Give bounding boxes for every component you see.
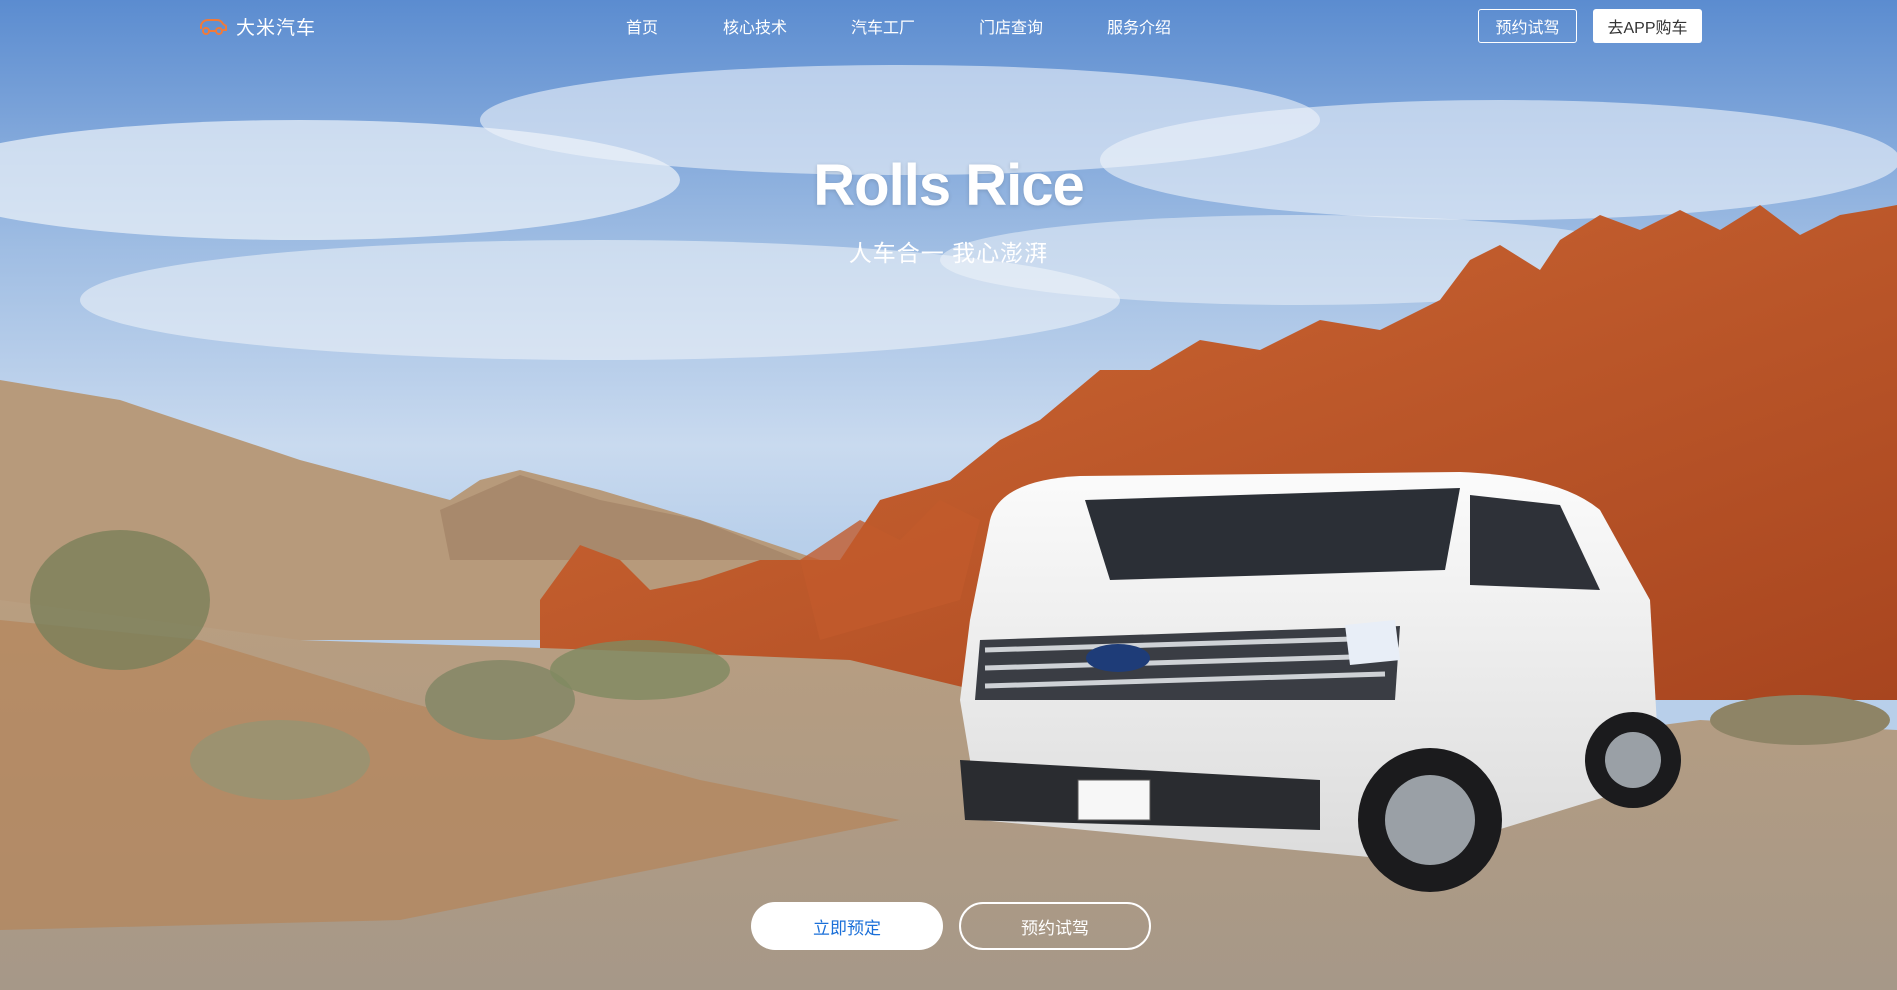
book-test-drive-button[interactable]: 预约试驾 xyxy=(959,902,1151,950)
order-now-button[interactable]: 立即预定 xyxy=(751,902,943,950)
nav-item-services[interactable]: 服务介绍 xyxy=(1107,14,1171,38)
hero-background-image xyxy=(0,0,1897,990)
hero-title: Rolls Rice xyxy=(813,153,1084,218)
nav-item-core-tech[interactable]: 核心技术 xyxy=(723,14,787,38)
header-app-buy-button[interactable]: 去APP购车 xyxy=(1593,9,1702,43)
hero-subtitle: 人车合一 我心澎湃 xyxy=(848,240,1049,266)
header-test-drive-button[interactable]: 预约试驾 xyxy=(1478,9,1577,43)
hero-banner: 大米汽车 首页 核心技术 汽车工厂 门店查询 服务介绍 预约试驾 去APP购车 … xyxy=(0,0,1897,990)
nav-item-factory[interactable]: 汽车工厂 xyxy=(851,14,915,38)
nav-item-store-locator[interactable]: 门店查询 xyxy=(979,14,1043,38)
nav-item-home[interactable]: 首页 xyxy=(626,14,658,38)
